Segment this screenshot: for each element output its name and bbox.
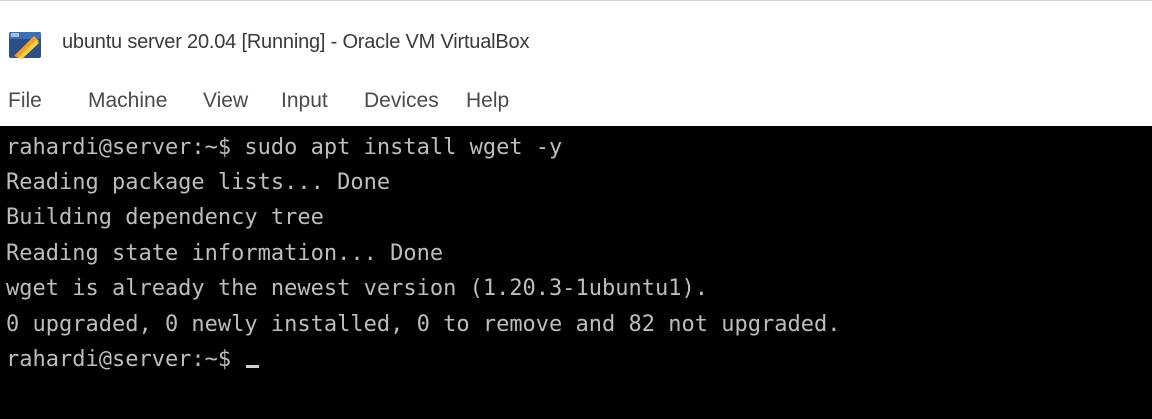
terminal-line: 0 upgraded, 0 newly installed, 0 to remo…	[6, 312, 841, 337]
terminal-line: wget is already the newest version (1.20…	[6, 276, 708, 301]
terminal-line: rahardi@server:~$ sudo apt install wget …	[6, 135, 563, 160]
terminal-line: Reading package lists... Done	[6, 170, 391, 195]
menu-view[interactable]: View	[203, 89, 248, 113]
cursor	[246, 365, 260, 368]
menu-input[interactable]: Input	[281, 89, 328, 113]
virtualbox-window: ubuntu server 20.04 [Running] - Oracle V…	[0, 0, 1152, 419]
title-bar[interactable]: ubuntu server 20.04 [Running] - Oracle V…	[0, 0, 1152, 86]
terminal-line: Building dependency tree	[6, 205, 324, 230]
menu-devices[interactable]: Devices	[364, 89, 439, 113]
window-title: ubuntu server 20.04 [Running] - Oracle V…	[62, 31, 530, 53]
terminal-screen[interactable]: rahardi@server:~$ sudo apt install wget …	[0, 126, 1152, 419]
virtualbox-icon	[9, 32, 41, 59]
menu-bar: File Machine View Input Devices Help	[0, 86, 1152, 126]
menu-help[interactable]: Help	[466, 89, 509, 113]
terminal-line: Reading state information... Done	[6, 241, 444, 266]
terminal-prompt-line: rahardi@server:~$	[6, 347, 260, 373]
terminal-prompt: rahardi@server:~$	[6, 347, 245, 372]
menu-machine[interactable]: Machine	[88, 89, 167, 113]
menu-file[interactable]: File	[8, 89, 42, 113]
